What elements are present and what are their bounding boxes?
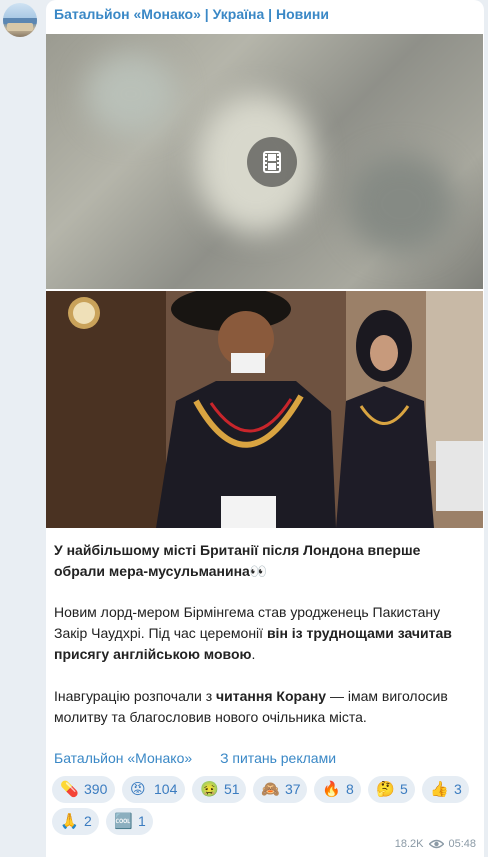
reaction-count: 51: [224, 781, 240, 797]
channel-name[interactable]: Батальйон «Монако» | Україна | Новини: [54, 6, 329, 22]
view-count: 18.2K: [394, 838, 424, 850]
photo-preview[interactable]: [46, 291, 483, 528]
reaction-emoji: 🙈: [261, 781, 280, 798]
reaction-count: 37: [285, 781, 301, 797]
reaction-emoji: 🙏: [60, 813, 79, 830]
reaction-count: 5: [400, 781, 408, 797]
channel-avatar[interactable]: [3, 3, 37, 37]
reaction-emoji: 🤢: [200, 781, 219, 798]
reaction-emoji: 💊: [60, 781, 79, 798]
post-paragraph-2: Інавгурацію розпочали з читання Корану —…: [54, 686, 474, 728]
reaction-emoji: 🆒: [114, 813, 133, 830]
reaction-pill[interactable]: 💊 390: [52, 776, 115, 803]
reaction-pill[interactable]: 🆒 1: [106, 808, 153, 835]
reaction-count: 104: [154, 781, 178, 797]
video-preview[interactable]: [46, 34, 483, 289]
eye-icon: [428, 839, 445, 849]
video-play-button[interactable]: [247, 137, 297, 187]
ads-link[interactable]: З питань реклами: [220, 750, 336, 766]
reaction-count: 1: [138, 813, 146, 829]
paragraph-2-text: Інавгурацію розпочали з: [54, 688, 217, 704]
paragraph-1-end: .: [251, 646, 256, 662]
footer-links: Батальйон «Монако» З питань реклами: [54, 750, 360, 766]
reaction-pill[interactable]: 👍 3: [422, 776, 469, 803]
reaction-count: 8: [346, 781, 354, 797]
paragraph-2-bold: читання Корану: [216, 688, 327, 704]
channel-link[interactable]: Батальйон «Монако»: [54, 750, 192, 766]
reaction-pill[interactable]: 🤔 5: [368, 776, 415, 803]
reaction-count: 2: [84, 813, 92, 829]
headline-text: У найбільшому місті Британії після Лондо…: [54, 542, 421, 579]
message-meta: 18.2K 05:48: [395, 838, 476, 850]
reaction-pill[interactable]: 🙈 37: [253, 776, 307, 803]
message-time: 05:48: [448, 838, 476, 850]
headline-emoji: 👀: [249, 563, 268, 579]
avatar-town: [7, 23, 33, 31]
film-icon: [263, 151, 281, 173]
reaction-emoji: 😡: [130, 781, 146, 798]
post-headline: У найбільшому місті Британії після Лондо…: [54, 540, 474, 582]
reaction-count: 3: [454, 781, 462, 797]
reaction-count: 390: [84, 781, 108, 797]
post-paragraph-1: Новим лорд-мером Бірмінгема став уроджен…: [54, 602, 474, 665]
reaction-pill[interactable]: 🙏 2: [52, 808, 99, 835]
reaction-emoji: 👍: [430, 781, 449, 798]
reaction-emoji: 🤔: [376, 781, 395, 798]
reaction-pill[interactable]: 🔥 8: [314, 776, 361, 803]
photo-illustration: [46, 291, 483, 528]
reaction-pill[interactable]: 🤢 51: [192, 776, 246, 803]
message-bubble: Батальйон «Монако» | Україна | Новини У …: [46, 0, 484, 857]
reaction-emoji: 🔥: [322, 781, 341, 798]
reaction-pill[interactable]: 😡 104: [122, 776, 185, 803]
